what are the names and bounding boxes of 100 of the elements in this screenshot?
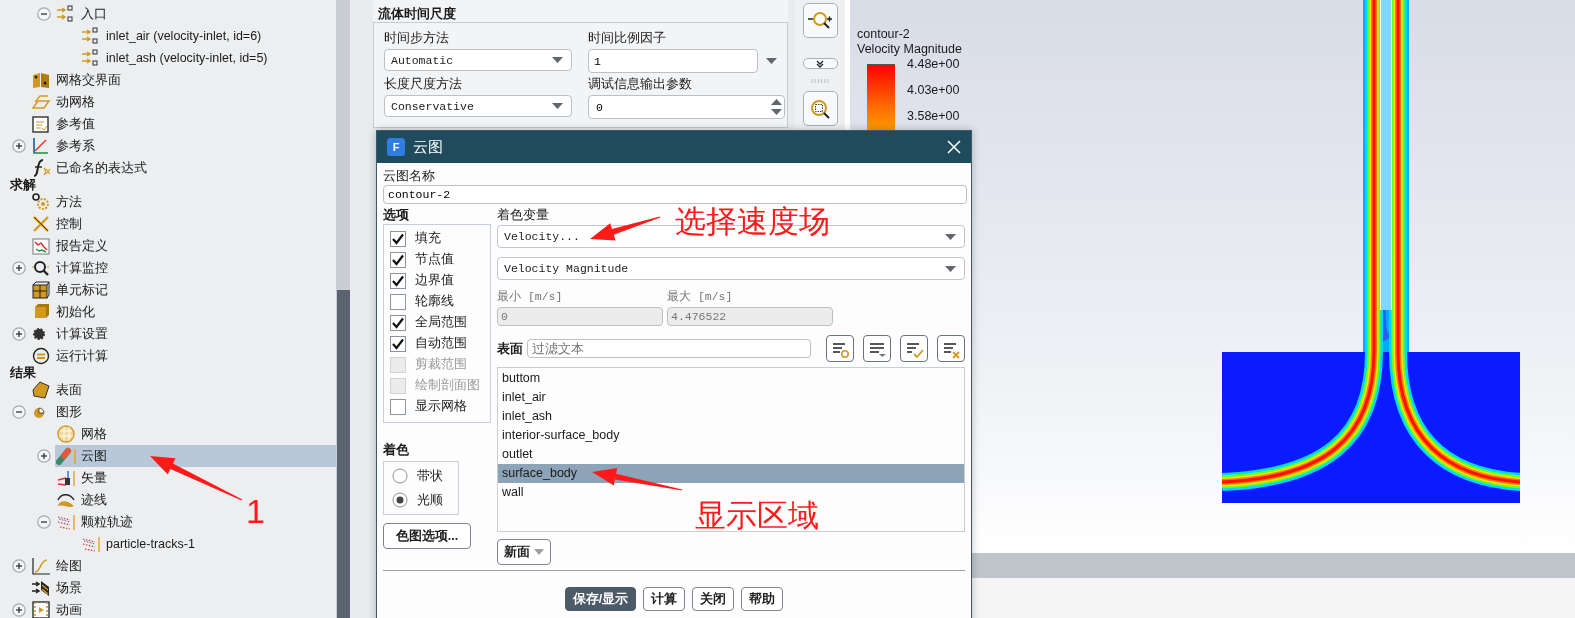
expand-toggle[interactable] — [12, 327, 26, 341]
collapse-button[interactable] — [802, 58, 838, 69]
checkmark-icon — [391, 231, 405, 246]
field-label: 最大 [m/s] — [667, 289, 734, 304]
list-item[interactable]: inlet_air — [498, 388, 550, 407]
expand-toggle[interactable] — [12, 603, 26, 617]
tree-item[interactable]: 报告定义 — [30, 235, 110, 257]
dropdown[interactable]: Automatic — [384, 49, 572, 71]
text-field[interactable]: 1 — [588, 49, 758, 73]
tree-item[interactable]: inlet_air (velocity-inlet, id=6) — [80, 25, 264, 47]
new-surface-button[interactable]: 新面 — [497, 539, 551, 565]
name-field[interactable]: contour-2 — [383, 185, 967, 204]
scene-icon — [31, 579, 51, 597]
tree-item[interactable]: 已命名的表达式 — [30, 157, 149, 179]
tool-button[interactable] — [863, 335, 891, 362]
tree-item[interactable]: 单元标记 — [30, 279, 110, 301]
tree-item[interactable]: 控制 — [30, 213, 84, 235]
zoom-button[interactable] — [802, 3, 838, 38]
tree-item[interactable]: 求解 — [10, 179, 36, 191]
tree-item[interactable]: 网格 — [55, 423, 109, 445]
contour-icon — [56, 447, 76, 465]
dialog-button[interactable]: 关闭 — [692, 587, 735, 611]
filter-field[interactable]: 过滤文本 — [527, 339, 811, 358]
expand-toggle[interactable] — [12, 261, 26, 275]
scrollbar-thumb[interactable] — [337, 290, 350, 618]
expand-toggle[interactable] — [12, 559, 26, 573]
tree-item[interactable]: 参考值 — [30, 113, 97, 135]
tree-item[interactable]: 图形 — [30, 401, 84, 423]
dropdown-arrow[interactable] — [766, 58, 777, 64]
dropdown[interactable]: Velocity Magnitude — [497, 257, 965, 280]
min-field[interactable]: 0 — [497, 307, 663, 326]
checkbox[interactable]: 边界值 — [390, 270, 490, 291]
colormap-options-button[interactable]: 色图选项... — [383, 523, 471, 549]
gears-icon — [31, 193, 51, 211]
tree-item[interactable]: 动网格 — [30, 91, 97, 113]
radio-button[interactable]: 光顺 — [392, 488, 458, 512]
list-item[interactable]: surface_body — [498, 464, 964, 483]
field-label: 时间步方法 — [384, 31, 450, 45]
tree-item[interactable]: 场景 — [30, 577, 84, 599]
inlet-arrows-icon — [81, 27, 101, 45]
tree-item[interactable]: 参考系 — [30, 135, 97, 157]
tree-item[interactable]: 表面 — [30, 379, 84, 401]
tree-item[interactable]: 颗粒轨迹 — [55, 511, 135, 533]
collapse-toggle[interactable] — [37, 7, 51, 21]
tree-item[interactable]: 方法 — [30, 191, 84, 213]
tree-item[interactable]: 网格交界面 — [30, 69, 123, 91]
clipboard-icon — [31, 115, 51, 133]
dialog-title: 云图 — [413, 137, 444, 157]
checkmark-icon — [391, 273, 405, 288]
checkbox[interactable]: 自动范围 — [390, 333, 490, 354]
inlet-arrows-icon — [81, 49, 101, 67]
tree-item[interactable]: 迹线 — [55, 489, 109, 511]
tree-item[interactable]: particle-tracks-1 — [80, 533, 197, 555]
tree-item[interactable]: 计算监控 — [30, 257, 110, 279]
tree-item[interactable]: 入口 — [55, 3, 109, 25]
checkbox[interactable]: 显示网格 — [390, 396, 490, 417]
radio-button[interactable]: 带状 — [392, 464, 458, 488]
legend-label: 4.48e+00 — [907, 57, 960, 72]
checkbox[interactable]: 全局范围 — [390, 312, 490, 333]
spin-arrows-icon[interactable] — [771, 98, 782, 116]
annotation-text: 显示区域 — [695, 500, 819, 531]
tool-button[interactable] — [900, 335, 928, 362]
tree-item[interactable]: 矢量 — [55, 467, 109, 489]
list-item[interactable]: wall — [498, 483, 528, 502]
tool-button[interactable] — [937, 335, 965, 362]
list-item[interactable]: buttom — [498, 369, 545, 388]
tree-item[interactable]: 运行计算 — [30, 345, 110, 367]
collapse-toggle[interactable] — [37, 515, 51, 529]
list-item[interactable]: inlet_ash — [498, 407, 557, 426]
axes-icon — [31, 137, 51, 155]
particle-tracks-icon — [56, 513, 76, 531]
tree-item[interactable]: 绘图 — [30, 555, 84, 577]
tree-item[interactable]: 云图 — [55, 445, 336, 467]
list-item[interactable]: outlet — [498, 445, 537, 464]
tool-button[interactable] — [826, 335, 854, 362]
checkbox[interactable]: 节点值 — [390, 249, 490, 270]
dialog-button[interactable]: 帮助 — [741, 587, 784, 611]
expand-toggle[interactable] — [12, 139, 26, 153]
dialog-button[interactable]: 保存/显示 — [564, 587, 637, 611]
tree-item[interactable]: 结果 — [10, 367, 36, 379]
tree-item[interactable]: 动画 — [30, 599, 84, 618]
checkbox[interactable]: 填充 — [390, 228, 490, 249]
zoom-box-icon — [809, 97, 831, 120]
max-field[interactable]: 4.476522 — [667, 307, 833, 326]
dialog-button[interactable]: 计算 — [643, 587, 686, 611]
dropdown[interactable]: Conservative — [384, 95, 572, 117]
expand-toggle[interactable] — [37, 449, 51, 463]
caret-icon — [945, 233, 956, 240]
tree-item[interactable]: 计算设置 — [30, 323, 110, 345]
zoom-box-button[interactable] — [802, 91, 838, 126]
text-input[interactable]: 0 — [594, 99, 771, 115]
annotation-arrow — [590, 216, 661, 241]
tree-item[interactable]: inlet_ash (velocity-inlet, id=5) — [80, 47, 270, 69]
spin-field[interactable]: 0 — [588, 95, 785, 119]
pathline-icon — [56, 491, 76, 509]
collapse-toggle[interactable] — [12, 405, 26, 419]
checkbox[interactable]: 轮廓线 — [390, 291, 490, 312]
tree-item[interactable]: 初始化 — [30, 301, 97, 323]
list-item[interactable]: interior-surface_body — [498, 426, 624, 445]
close-icon[interactable] — [947, 140, 961, 154]
